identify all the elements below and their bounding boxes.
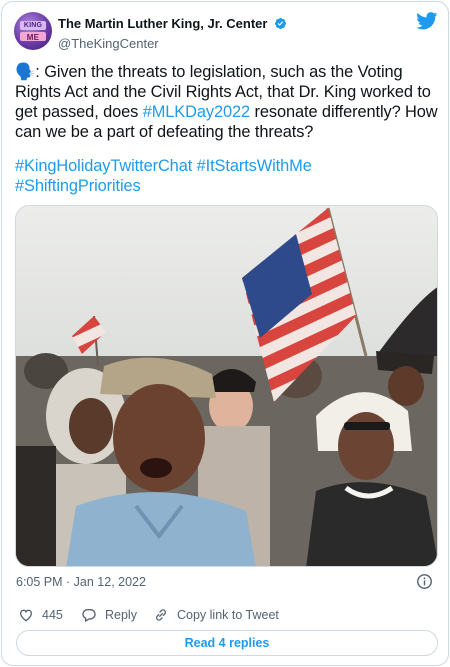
like-button[interactable]: 445 [18, 606, 63, 624]
reply-button[interactable]: Reply [81, 606, 137, 624]
info-icon[interactable] [416, 573, 433, 590]
author-names: The Martin Luther King, Jr. Center @TheK… [58, 15, 287, 53]
tweet-hashtags[interactable]: #KingHolidayTwitterChat #ItStartsWithMe … [15, 156, 439, 196]
tweet-header: KING ME The Martin Luther King, Jr. Cent… [14, 10, 438, 54]
author-handle[interactable]: @TheKingCenter [58, 35, 287, 53]
copy-link-button[interactable]: Copy link to Tweet [153, 606, 279, 624]
copy-link-label: Copy link to Tweet [177, 608, 279, 622]
reply-label: Reply [105, 608, 137, 622]
twitter-bird-icon[interactable] [416, 12, 438, 30]
march-photo-illustration [16, 206, 437, 566]
verified-badge-icon [274, 18, 286, 30]
reply-bubble-icon [82, 609, 96, 623]
avatar[interactable]: KING ME [14, 12, 52, 50]
copy-link-icon [156, 609, 166, 621]
heart-icon [19, 609, 33, 622]
tweet-timestamp[interactable]: 6:05 PM · Jan 12, 2022 [16, 574, 146, 590]
tweet-text: 🗣️: Given the threats to legislation, su… [15, 62, 439, 142]
tweet-card: KING ME The Martin Luther King, Jr. Cent… [1, 1, 449, 666]
hashtag-link-mlkday2022[interactable]: #MLKDay2022 [143, 103, 250, 121]
author-display-name[interactable]: The Martin Luther King, Jr. Center [58, 16, 267, 32]
avatar-text-bottom: ME [26, 33, 40, 42]
tweet-photo[interactable] [15, 205, 438, 567]
like-count: 445 [42, 608, 63, 622]
read-replies-button[interactable]: Read 4 replies [16, 630, 438, 656]
avatar-text-top: KING [23, 22, 43, 29]
